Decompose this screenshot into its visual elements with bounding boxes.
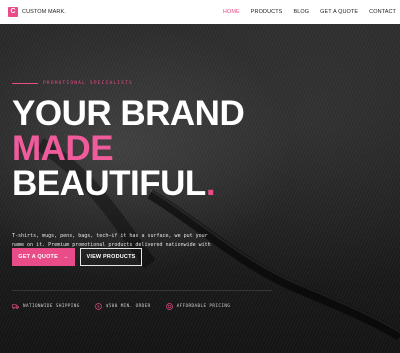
dollar-icon: $	[94, 303, 102, 310]
logo[interactable]: C CUSTOM MARK.	[8, 7, 66, 17]
feature-label: $500 MIN. ORDER	[105, 304, 151, 309]
headline-line-3-text: BEAUTIFUL	[12, 164, 206, 203]
nav-menu: HOME PRODUCTS BLOG GET A QUOTE CONTACT	[212, 0, 396, 24]
page: C CUSTOM MARK. HOME PRODUCTS BLOG GET A …	[0, 0, 400, 353]
nav-item-contact[interactable]: CONTACT	[369, 9, 396, 15]
hero-section: PROMOTIONAL SPECIALISTS YOUR BRAND MADE …	[0, 24, 400, 353]
get-a-quote-label: GET A QUOTE	[18, 254, 58, 260]
nav-item-get-a-quote[interactable]: GET A QUOTE	[320, 9, 358, 15]
feature-item: AFFORDABLE PRICING	[165, 303, 231, 310]
nav-item-home[interactable]: HOME	[223, 9, 240, 15]
truck-icon	[12, 304, 19, 310]
logo-text: CUSTOM MARK.	[22, 9, 66, 15]
feature-label: NATIONWIDE SHIPPING	[23, 304, 80, 309]
headline-line-2: MADE	[12, 129, 114, 168]
feature-list: NATIONWIDE SHIPPING $ $500 MIN. ORDER AF…	[12, 303, 245, 310]
get-a-quote-button[interactable]: GET A QUOTE →	[12, 248, 75, 266]
hero-headline: YOUR BRAND MADE BEAUTIFUL.	[12, 94, 245, 201]
feature-item: $ $500 MIN. ORDER	[94, 303, 151, 310]
nav-item-products[interactable]: PRODUCTS	[251, 9, 283, 15]
headline-dot: .	[205, 164, 216, 203]
eyebrow-text: PROMOTIONAL SPECIALISTS	[43, 81, 133, 86]
hero-divider	[12, 290, 272, 291]
svg-text:$: $	[97, 304, 100, 309]
eyebrow-row: PROMOTIONAL SPECIALISTS	[12, 81, 133, 86]
eyebrow-line	[12, 83, 38, 84]
feature-item: NATIONWIDE SHIPPING	[12, 303, 80, 310]
headline-line-1: YOUR BRAND	[12, 94, 245, 133]
top-navigation: C CUSTOM MARK. HOME PRODUCTS BLOG GET A …	[0, 0, 400, 24]
arrow-right-icon: →	[62, 254, 69, 260]
view-products-button[interactable]: VIEW PRODUCTS	[80, 248, 142, 266]
tag-icon	[165, 303, 173, 310]
logo-mark: C	[8, 7, 18, 17]
headline-line-3: BEAUTIFUL.	[12, 166, 244, 201]
view-products-label: VIEW PRODUCTS	[86, 254, 136, 260]
feature-label: AFFORDABLE PRICING	[176, 304, 231, 309]
nav-item-blog[interactable]: BLOG	[293, 9, 309, 15]
